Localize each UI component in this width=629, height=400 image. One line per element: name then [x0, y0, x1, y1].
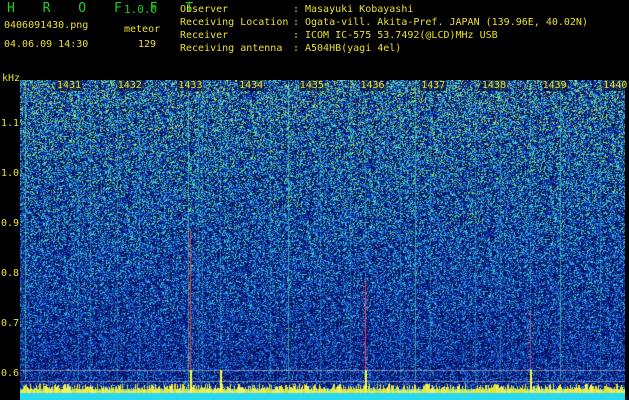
- frequency-axis: 1.1 1.0 0.9 0.8 0.7 0.6: [0, 0, 20, 400]
- receiver-row: Receiver: ICOM IC-575 53.7492(@LCD)MHz US…: [180, 29, 588, 42]
- observer-row: Observer: Masayuki Kobayashi: [180, 3, 588, 16]
- app-title: H R O F F T: [7, 1, 204, 16]
- frequency-tick-label: 0.7: [1, 318, 20, 329]
- observer-value: Masayuki Kobayashi: [305, 4, 414, 15]
- time-tick-label: 1435: [298, 80, 325, 91]
- location-label: Receiving Location: [180, 17, 289, 28]
- frequency-tick-label: 0.8: [1, 268, 20, 279]
- receiver-label: Receiver: [180, 30, 229, 41]
- time-tick-label: 1436: [359, 80, 386, 91]
- frequency-tick-label: 0.9: [1, 218, 20, 229]
- time-tick-label: 1434: [238, 80, 265, 91]
- time-tick-label: 1437: [420, 80, 447, 91]
- observer-separator: :: [293, 4, 300, 15]
- antenna-row: Receiving antenna: A504HB(yagi 4el): [180, 42, 588, 55]
- frequency-tick-label: 1.1: [1, 118, 20, 129]
- location-separator: :: [293, 17, 300, 28]
- time-tick-label: 1438: [480, 80, 507, 91]
- location-row: Receiving Location: Ogata-vill. Akita-Pre…: [180, 16, 588, 29]
- observer-label: Observer: [180, 4, 229, 15]
- detection-mode: meteor: [124, 24, 161, 35]
- time-tick-label: 1440: [602, 80, 629, 91]
- spectrogram-canvas: [20, 80, 625, 400]
- antenna-value: A504HB(yagi 4el): [305, 43, 402, 54]
- location-value: Ogata-vill. Akita-Pref. JAPAN (139.96E, …: [305, 17, 588, 28]
- time-tick-label: 1439: [541, 80, 568, 91]
- antenna-label: Receiving antenna: [180, 43, 283, 54]
- frequency-tick-label: 1.0: [1, 168, 20, 179]
- receiver-value: ICOM IC-575 53.7492(@LCD)MHz USB: [305, 30, 498, 41]
- antenna-separator: :: [293, 43, 300, 54]
- header-panel: H R O F F T 1.0.0 0406091430.png meteor …: [0, 0, 629, 76]
- app-version: 1.0.0: [124, 3, 158, 16]
- time-tick-label: 1431: [56, 80, 83, 91]
- receiver-separator: :: [293, 30, 300, 41]
- time-tick-label: 1433: [177, 80, 204, 91]
- meteor-count: 129: [138, 39, 157, 50]
- frequency-tick-label: 0.6: [1, 368, 20, 379]
- station-info: Observer: Masayuki Kobayashi Receiving Lo…: [180, 3, 588, 55]
- time-tick-label: 1432: [116, 80, 143, 91]
